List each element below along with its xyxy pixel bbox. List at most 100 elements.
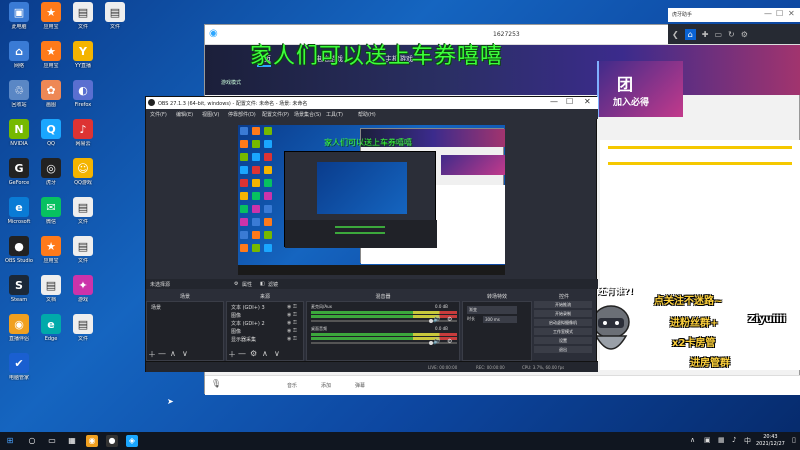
control-button[interactable]: 工作室模式 bbox=[534, 328, 592, 335]
maximize-icon[interactable]: ☐ bbox=[776, 9, 783, 18]
minimize-icon[interactable]: — bbox=[764, 9, 772, 18]
clock[interactable]: 20:43 2021/12/27 bbox=[756, 434, 785, 448]
desktop-icon[interactable]: ✉ 微信 bbox=[34, 197, 68, 225]
desktop-icon[interactable]: ▣ 此电脑 bbox=[2, 2, 36, 30]
source-down-icon[interactable]: ∨ bbox=[274, 349, 280, 359]
taskbar-app-icon[interactable]: ◈ bbox=[126, 435, 138, 447]
filters-button[interactable]: 滤镜 bbox=[268, 281, 278, 288]
desktop-icon[interactable]: ♲ 回收站 bbox=[2, 80, 36, 108]
desktop-icon[interactable]: N NVIDIA bbox=[2, 119, 36, 147]
task-view-icon[interactable]: ▭ bbox=[46, 435, 58, 447]
desktop-icon[interactable]: ⌂ 网络 bbox=[2, 41, 36, 69]
control-button[interactable]: 开始录制 bbox=[534, 310, 592, 317]
properties-button[interactable]: 属性 bbox=[242, 281, 252, 288]
source-item[interactable]: 图像 ◉ ⚿ bbox=[231, 312, 297, 319]
obs-menu-item[interactable]: 停靠部件(D) bbox=[228, 111, 256, 118]
network-icon[interactable]: ▦ bbox=[718, 436, 725, 444]
refresh-icon[interactable]: ↻ bbox=[728, 30, 735, 39]
tray-arrow-icon[interactable]: ∧ bbox=[690, 436, 695, 444]
bottom-label-danmu[interactable]: 弹幕 bbox=[355, 382, 365, 389]
promo-banner[interactable]: 团 加入必得 bbox=[597, 61, 683, 117]
desktop-icon[interactable]: ● OBS Studio bbox=[2, 236, 36, 264]
obs-menu-item[interactable]: 配置文件(P) bbox=[262, 111, 289, 118]
visibility-icon[interactable]: ◉ ⚿ bbox=[287, 312, 297, 318]
scene-up-icon[interactable]: ∧ bbox=[170, 349, 176, 359]
desktop-icon[interactable]: ▤ 文件 bbox=[66, 197, 100, 225]
source-settings-icon[interactable]: ⚙ bbox=[250, 349, 257, 359]
obs-menu-item[interactable]: 帮助(H) bbox=[358, 111, 376, 118]
desktop-icon[interactable]: Y YY直播 bbox=[66, 41, 100, 69]
transition-select[interactable]: 渐变 bbox=[467, 306, 517, 314]
desktop-icon[interactable]: e Microsoft bbox=[2, 197, 36, 225]
ime-icon[interactable]: 中 bbox=[744, 436, 751, 446]
obs-close-icon[interactable]: ✕ bbox=[584, 97, 591, 106]
visibility-icon[interactable]: ◉ ⚿ bbox=[287, 328, 297, 334]
source-remove-icon[interactable]: — bbox=[238, 349, 246, 359]
obs-menu-item[interactable]: 视图(V) bbox=[202, 111, 219, 118]
gamepad-icon[interactable]: ✚ bbox=[702, 30, 709, 39]
desktop-icon[interactable]: ▤ 文档 bbox=[34, 275, 68, 303]
scene-down-icon[interactable]: ∨ bbox=[182, 349, 188, 359]
obs-menu-item[interactable]: 场景集合(S) bbox=[294, 111, 321, 118]
control-button[interactable]: 设置 bbox=[534, 337, 592, 344]
source-up-icon[interactable]: ∧ bbox=[262, 349, 268, 359]
desktop-icon[interactable]: Q QQ bbox=[34, 119, 68, 147]
source-item[interactable]: 文本 (GDI+) 3 ◉ ⚿ bbox=[231, 304, 297, 311]
taskbar-app-icon[interactable]: ▦ bbox=[66, 435, 78, 447]
visibility-icon[interactable]: ◉ ⚿ bbox=[287, 304, 297, 310]
obs-menu-item[interactable]: 工具(T) bbox=[326, 111, 343, 118]
obs-minimize-icon[interactable]: — bbox=[550, 97, 558, 106]
volume-icon[interactable]: ♪ bbox=[732, 436, 736, 444]
taskbar-obs-icon[interactable]: ● bbox=[106, 435, 118, 447]
desktop-icon[interactable]: ▤ 文件 bbox=[66, 2, 100, 30]
desktop-icon[interactable]: e Edge bbox=[34, 314, 68, 342]
device-icon[interactable]: ▭ bbox=[714, 30, 722, 39]
desktop-icon[interactable]: G GeForce bbox=[2, 158, 36, 186]
desktop-icon[interactable]: ◐ Firefox bbox=[66, 80, 100, 108]
speaker-icon[interactable]: 🔊 bbox=[433, 316, 440, 323]
source-item[interactable]: 图像 ◉ ⚿ bbox=[231, 328, 297, 335]
taskbar-live-app-icon[interactable]: ◉ bbox=[86, 435, 98, 447]
desktop-icon[interactable]: ▤ 文件 bbox=[66, 236, 100, 264]
desktop-icon[interactable]: ✦ 游戏 bbox=[66, 275, 100, 303]
obs-menu-item[interactable]: 编辑(E) bbox=[176, 111, 193, 118]
scene-remove-icon[interactable]: — bbox=[158, 349, 166, 359]
bottom-label-music[interactable]: 音乐 bbox=[287, 382, 297, 389]
control-button[interactable]: 开始推流 bbox=[534, 301, 592, 308]
desktop-icon[interactable]: S Steam bbox=[2, 275, 36, 303]
duration-input[interactable]: 300 ms bbox=[483, 316, 517, 323]
desktop-icon[interactable]: ☺ QQ游戏 bbox=[66, 158, 100, 186]
visibility-icon[interactable]: ◉ ⚿ bbox=[287, 320, 297, 326]
control-button[interactable]: 启动虚拟摄像机 bbox=[534, 319, 592, 326]
close-icon[interactable]: ✕ bbox=[788, 9, 795, 18]
filters-icon[interactable]: ◧ bbox=[260, 281, 265, 287]
scene-item[interactable]: 场景 bbox=[151, 304, 161, 311]
home-icon[interactable]: ⌂ bbox=[684, 28, 696, 40]
mixer-gear-icon[interactable]: ⚙ bbox=[447, 338, 452, 345]
search-icon[interactable]: ○ bbox=[26, 435, 38, 447]
obs-preview[interactable]: 家人们可以送上车券嘻嘻 bbox=[238, 125, 505, 275]
source-item[interactable]: 显示器采集 ◉ ⚿ bbox=[231, 336, 297, 343]
back-icon[interactable]: ❮ bbox=[672, 30, 679, 39]
start-icon[interactable]: ⊞ bbox=[4, 435, 16, 447]
obs-menu-item[interactable]: 文件(F) bbox=[150, 111, 167, 118]
speaker-icon[interactable]: 🔊 bbox=[433, 338, 440, 345]
settings-icon[interactable]: ⚙ bbox=[741, 30, 748, 39]
source-add-icon[interactable]: ＋ bbox=[228, 349, 236, 359]
source-item[interactable]: 文本 (GDI+) 2 ◉ ⚿ bbox=[231, 320, 297, 327]
visibility-icon[interactable]: ◉ ⚿ bbox=[287, 336, 297, 342]
desktop-icon[interactable]: ♪ 网易云 bbox=[66, 119, 100, 147]
tray-app-icon[interactable]: ▣ bbox=[704, 436, 711, 444]
desktop-icon[interactable]: ★ 应用宝 bbox=[34, 2, 68, 30]
desktop-icon[interactable]: ◎ 虎牙 bbox=[34, 158, 68, 186]
mixer-gear-icon[interactable]: ⚙ bbox=[447, 316, 452, 323]
obs-maximize-icon[interactable]: ☐ bbox=[566, 97, 573, 106]
control-button[interactable]: 退出 bbox=[534, 346, 592, 353]
desktop-icon[interactable]: ◉ 直播伴侣 bbox=[2, 314, 36, 342]
desktop-icon[interactable]: ▤ 文件 bbox=[66, 314, 100, 342]
scene-add-icon[interactable]: ＋ bbox=[148, 349, 156, 359]
properties-gear-icon[interactable]: ⚙ bbox=[234, 281, 238, 287]
mic-icon[interactable]: 🎙 bbox=[211, 379, 221, 388]
desktop-icon[interactable]: ✔ 电脑管家 bbox=[2, 353, 36, 381]
bottom-label-add[interactable]: 添加 bbox=[321, 382, 331, 389]
